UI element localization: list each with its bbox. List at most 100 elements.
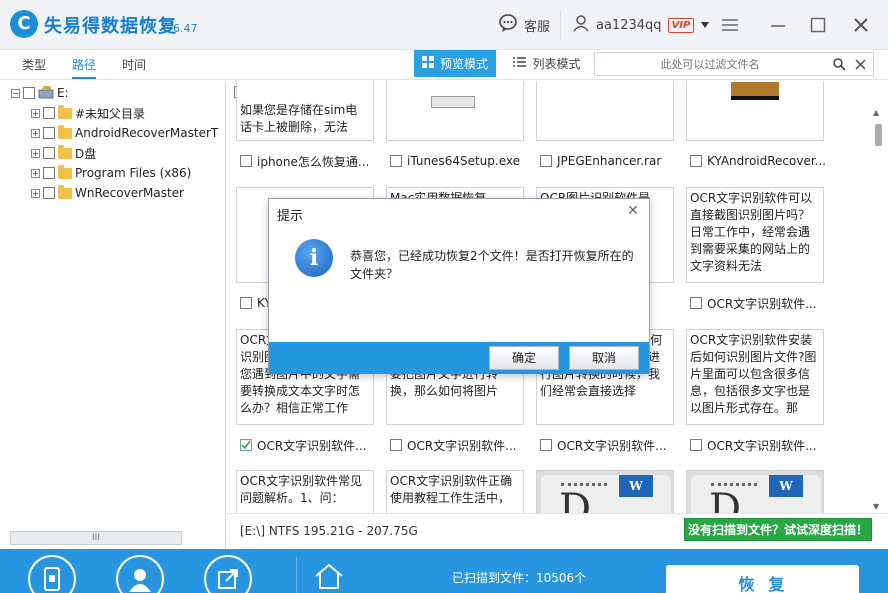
file-thumbnail[interactable]: OCR文字识别软件安装后如何识别图片文件?图片里面可以包含很多信息，包括很多文字… — [686, 329, 824, 425]
tab-path[interactable]: 路径 — [72, 56, 97, 79]
tree-checkbox[interactable] — [43, 107, 55, 119]
folder-icon — [58, 184, 72, 199]
recover-button[interactable]: 恢复 — [666, 565, 859, 593]
grid-vertical-scrollbar[interactable]: ▲ ▼ — [870, 106, 886, 516]
scroll-up-icon[interactable]: ▲ — [873, 108, 879, 117]
tree-item[interactable]: + AndroidRecoverMasterT — [31, 124, 218, 142]
tree-item-label: Program Files (x86) — [75, 166, 192, 180]
file-checkbox[interactable] — [240, 297, 252, 309]
file-caption[interactable]: OCR文字识别软件... — [690, 437, 834, 453]
tree-item[interactable]: + WnRecoverMaster — [31, 184, 184, 202]
file-checkbox[interactable] — [540, 439, 552, 451]
file-checkbox[interactable] — [690, 155, 702, 167]
cancel-button[interactable]: 取消 — [569, 346, 639, 370]
file-checkbox-checked[interactable] — [240, 439, 252, 451]
vip-badge: VIP — [667, 17, 695, 33]
expand-toggle-icon[interactable]: + — [31, 148, 40, 158]
thumbnail-text: OCR文字识别软件正确使用教程工作生活中， — [390, 474, 513, 505]
file-caption[interactable]: OCR文字识别软件... — [390, 437, 534, 453]
chat-bubble-icon — [498, 13, 518, 37]
tree-root[interactable]: − E: — [11, 84, 69, 102]
phone-icon[interactable] — [28, 555, 76, 593]
file-thumbnail[interactable]: W D — [536, 470, 674, 513]
tree-checkbox[interactable] — [23, 87, 35, 99]
file-caption[interactable]: JPEGEnhancer.rar — [540, 153, 684, 169]
list-view-icon — [513, 56, 527, 71]
clear-filter-icon[interactable] — [852, 56, 868, 72]
maximize-icon[interactable] — [807, 14, 829, 36]
file-thumbnail[interactable]: OCR文字识别软件可以直接截图识别图片吗？日常工作中，经常会遇到需要采集的网站上… — [686, 187, 824, 283]
dialog-title: 提示 — [277, 209, 304, 224]
file-caption[interactable]: iTunes64Setup.exe — [390, 153, 534, 169]
expand-toggle-icon[interactable]: + — [31, 108, 40, 118]
file-caption[interactable]: OCR文字识别软件... — [690, 295, 834, 311]
file-checkbox[interactable] — [390, 439, 402, 451]
deep-scan-button[interactable]: 没有扫描到文件？试试深度扫描！ — [684, 518, 872, 541]
tree-checkbox[interactable] — [43, 167, 55, 179]
file-caption[interactable]: OCR文字识别软件... — [540, 437, 684, 453]
dialog-close-icon[interactable]: ✕ — [625, 203, 641, 219]
user-icon — [572, 14, 590, 36]
share-icon[interactable] — [204, 555, 252, 593]
ok-button[interactable]: 确定 — [489, 346, 559, 370]
user-menu[interactable]: aa1234qq VIP — [572, 14, 710, 36]
tree-item-label: WnRecoverMaster — [75, 186, 184, 200]
file-checkbox[interactable] — [690, 297, 702, 309]
file-caption[interactable]: OCR文字识别软件... — [240, 437, 384, 453]
file-checkbox[interactable] — [540, 155, 552, 167]
file-name: OCR文字识别软件... — [557, 438, 667, 453]
close-icon[interactable] — [850, 14, 872, 36]
tab-time[interactable]: 时间 — [122, 56, 146, 73]
customer-service-button[interactable]: 客服 — [498, 14, 550, 36]
status-bar: [E:\] NTFS 195.21G - 207.75G 没有扫描到文件？试试深… — [227, 513, 888, 549]
file-thumbnail[interactable] — [536, 81, 674, 141]
tree-item[interactable]: + #未知父目录 — [31, 104, 145, 122]
filter-box — [594, 52, 874, 76]
file-thumbnail[interactable]: OCR文字识别软件正确使用教程工作生活中， — [386, 470, 524, 513]
file-checkbox[interactable] — [390, 155, 402, 167]
customer-service-label: 客服 — [524, 19, 551, 35]
file-thumbnail[interactable]: W D — [686, 470, 824, 513]
tab-type[interactable]: 类型 — [22, 56, 46, 73]
file-caption[interactable]: KYAndroidRecover... — [690, 153, 834, 169]
file-name: iTunes64Setup.exe — [407, 154, 520, 168]
account-icon[interactable] — [116, 555, 164, 593]
home-icon[interactable] — [314, 563, 344, 592]
file-checkbox[interactable] — [690, 439, 702, 451]
tree-item[interactable]: + Program Files (x86) — [31, 164, 191, 182]
success-dialog: 提示 ✕ i 恭喜您，已经成功恢复2个文件！是否打开恢复所在的文件夹？ 确定 取… — [268, 198, 650, 374]
tree-checkbox[interactable] — [43, 187, 55, 199]
file-thumbnail[interactable]: OCR文字识别软件常见问题解析。1、问： — [236, 470, 374, 513]
tree-item-label: #未知父目录 — [75, 106, 146, 121]
scroll-down-icon[interactable]: ▼ — [873, 502, 879, 511]
expand-toggle-icon[interactable]: + — [31, 128, 40, 138]
minimize-icon[interactable] — [767, 14, 789, 36]
search-icon[interactable] — [831, 56, 847, 72]
app-version: 6.47 — [173, 22, 198, 35]
tree-item-label: AndroidRecoverMasterT — [75, 126, 219, 140]
menu-icon[interactable] — [719, 14, 741, 36]
info-icon: i — [295, 239, 333, 277]
file-caption[interactable]: iphone怎么恢复通... — [240, 153, 384, 169]
preview-mode-label: 预览模式 — [439, 57, 488, 71]
expand-toggle-icon[interactable]: + — [31, 188, 40, 198]
tree-root-label: E: — [57, 86, 69, 100]
scanned-count: 已扫描到文件：10506个 — [452, 571, 587, 585]
file-checkbox[interactable] — [240, 155, 252, 167]
tree-item[interactable]: + D盘 — [31, 144, 96, 162]
tree-checkbox[interactable] — [43, 127, 55, 139]
scroll-thumb[interactable] — [875, 124, 882, 146]
file-thumbnail[interactable]: 如果您是存储在sim电话卡上被删除，无法 — [236, 81, 374, 141]
tree-horizontal-scrollbar[interactable]: III — [10, 531, 182, 545]
list-mode-button[interactable]: 列表模式 — [506, 50, 588, 77]
installer-icon — [431, 96, 475, 108]
preview-mode-button[interactable]: 预览模式 — [414, 50, 496, 77]
document-icon: W D — [541, 475, 671, 513]
tree-checkbox[interactable] — [43, 147, 55, 159]
file-name: OCR文字识别软件... — [707, 438, 817, 453]
collapse-toggle-icon[interactable]: − — [11, 88, 20, 98]
expand-toggle-icon[interactable]: + — [31, 168, 40, 178]
file-thumbnail[interactable] — [386, 81, 524, 141]
file-thumbnail[interactable] — [686, 81, 824, 141]
filter-input[interactable] — [595, 53, 825, 75]
